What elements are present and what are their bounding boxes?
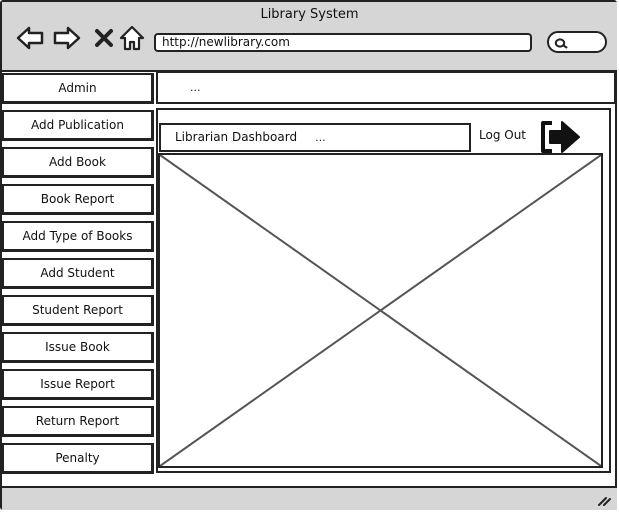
status-bar (2, 486, 617, 510)
dashboard-ellipsis: ... (315, 131, 326, 144)
page-title: Librarian Dashboard (175, 130, 298, 144)
title-bar: Library System http://newlibrary.com (2, 2, 617, 72)
close-icon[interactable] (90, 24, 118, 52)
sidebar-item-add-type-of-books[interactable]: Add Type of Books (2, 221, 154, 252)
back-arrow-icon[interactable] (16, 24, 44, 52)
resize-grip-icon[interactable] (597, 496, 611, 506)
logout-arrow-icon[interactable] (538, 118, 582, 156)
sidebar-item-issue-report[interactable]: Issue Report (2, 369, 154, 400)
logout-link[interactable]: Log Out (479, 128, 526, 142)
sidebar-item-add-book[interactable]: Add Book (2, 147, 154, 178)
sidebar-item-return-report[interactable]: Return Report (2, 406, 154, 437)
forward-arrow-icon[interactable] (53, 24, 81, 52)
dashboard-title-field: Librarian Dashboard... (159, 123, 471, 152)
sidebar-item-penalty[interactable]: Penalty (2, 443, 154, 474)
search-icon (554, 38, 568, 49)
search-box[interactable] (547, 31, 607, 53)
sidebar-item-book-report[interactable]: Book Report (2, 184, 154, 215)
home-icon[interactable] (118, 24, 146, 52)
sidebar-item-add-student[interactable]: Add Student (2, 258, 154, 289)
sidebar-item-student-report[interactable]: Student Report (2, 295, 154, 326)
image-placeholder (158, 153, 603, 468)
sidebar-item-add-publication[interactable]: Add Publication (2, 110, 154, 141)
url-bar[interactable]: http://newlibrary.com (154, 33, 532, 52)
window-title: Library System (260, 7, 359, 22)
sidebar-item-admin[interactable]: Admin (2, 73, 154, 104)
sidebar-item-issue-book[interactable]: Issue Book (2, 332, 154, 363)
admin-header-bar: ... (156, 71, 616, 104)
